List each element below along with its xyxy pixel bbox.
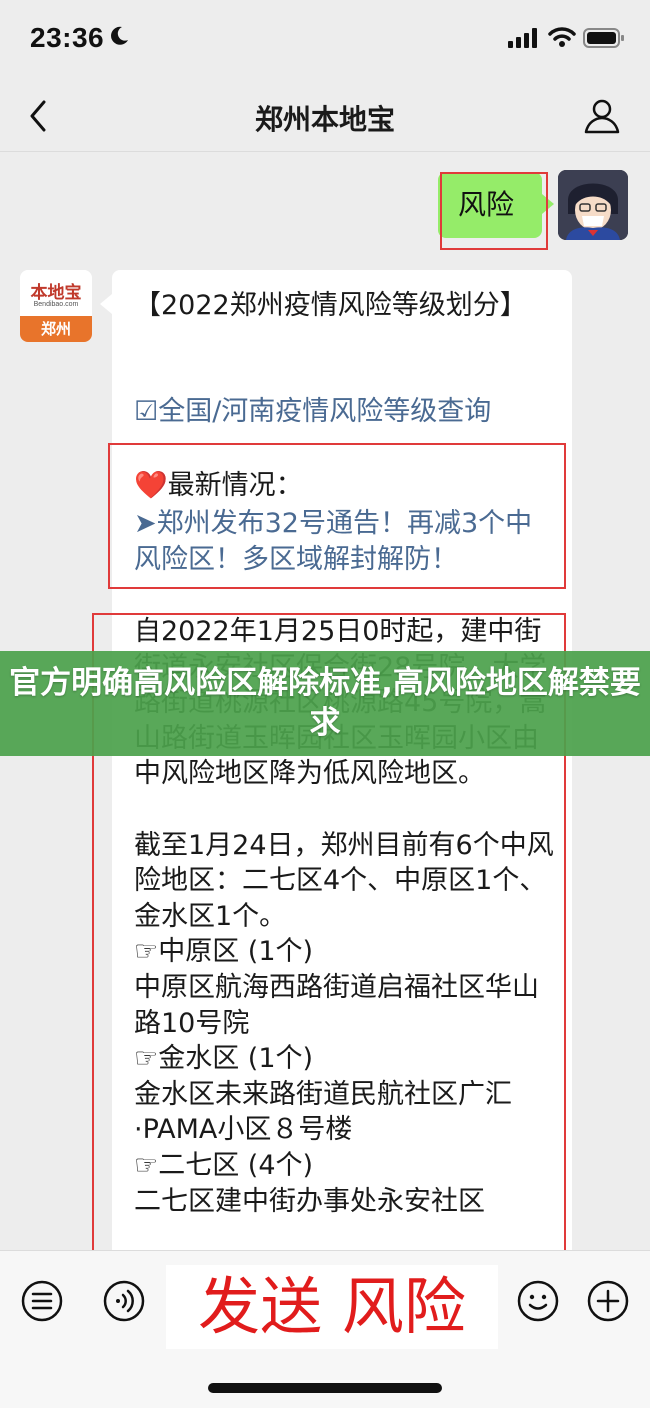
brand-logo: 本地宝 (20, 270, 92, 316)
plus-icon[interactable] (586, 1279, 630, 1323)
latest-highlight-box (108, 443, 566, 589)
user-avatar[interactable] (558, 170, 628, 240)
voice-icon[interactable] (102, 1279, 146, 1323)
send-message-input[interactable]: 发送 风险 (166, 1265, 498, 1349)
headline-banner: 官方明确高风险区解除标准,高风险地区解禁要求 (0, 651, 650, 756)
status-time: 23:36 (30, 22, 105, 53)
emoji-icon[interactable] (516, 1279, 560, 1323)
status-bar: 23:36 (0, 0, 650, 80)
page-title: 郑州本地宝 (254, 103, 395, 136)
menu-icon[interactable] (20, 1279, 64, 1323)
brand-url: Bendibao.com (33, 301, 79, 308)
battery-icon (583, 28, 624, 48)
brand-city: 郑州 (20, 316, 92, 342)
wifi-icon (548, 27, 576, 47)
bot-avatar[interactable]: 本地宝 Bendibao.com 郑州 (20, 270, 92, 342)
home-indicator[interactable] (208, 1383, 442, 1393)
risk-query-link[interactable]: ☑全国/河南疫情风险等级查询 (134, 394, 554, 430)
signal-icon (508, 28, 537, 48)
moon-icon (111, 26, 128, 45)
profile-icon[interactable] (582, 96, 622, 136)
anime-avatar-image (558, 170, 628, 240)
message-title: 【2022郑州疫情风险等级划分】 (134, 290, 527, 321)
user-message-highlight (440, 172, 548, 250)
input-bar: 发送 风险 (0, 1250, 650, 1408)
nav-bar: 郑州本地宝 (0, 80, 650, 152)
